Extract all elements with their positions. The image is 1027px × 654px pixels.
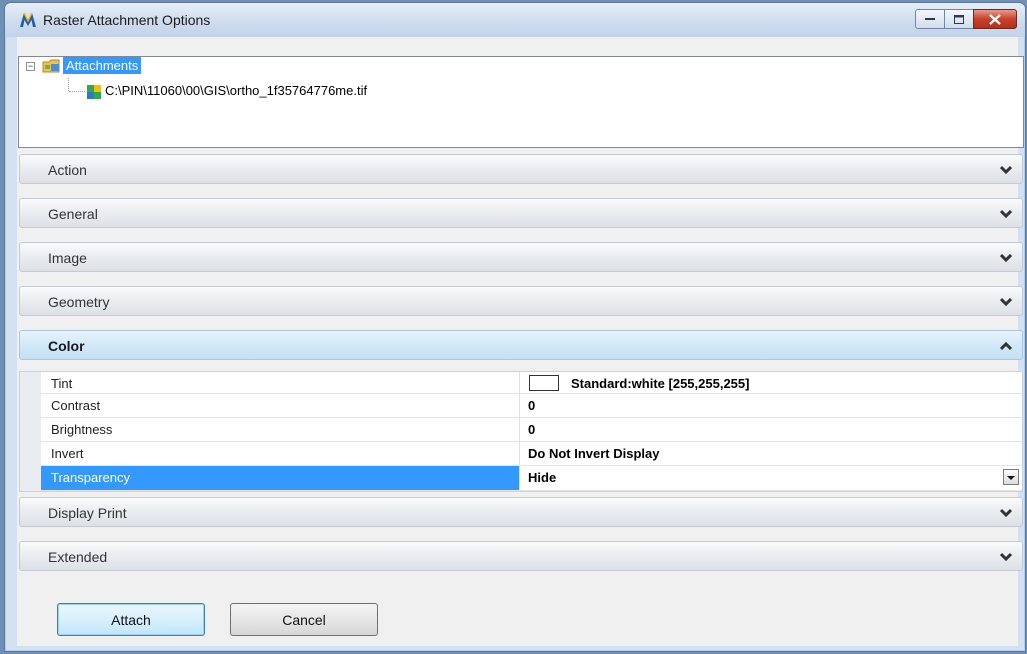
property-row-invert[interactable]: Invert Do Not Invert Display	[41, 442, 1022, 466]
chevron-down-icon	[1000, 253, 1012, 263]
property-name: Contrast	[51, 398, 101, 413]
tree-connector	[69, 91, 85, 92]
property-name: Transparency	[51, 470, 130, 485]
tree-connector	[68, 78, 69, 91]
property-row-contrast[interactable]: Contrast 0	[41, 394, 1022, 418]
panel-general[interactable]: General	[19, 198, 1023, 228]
property-value[interactable]: Do Not Invert Display	[528, 446, 659, 461]
chevron-down-icon	[1000, 508, 1012, 518]
property-value[interactable]: 0	[528, 398, 535, 413]
property-value[interactable]: Hide	[528, 470, 556, 485]
chevron-down-icon	[1000, 165, 1012, 175]
tree-item-raster-file[interactable]: C:\PIN\11060\00\GIS\ortho_1f35764776me.t…	[105, 83, 367, 98]
grid-gutter	[20, 372, 41, 491]
microstation-app-icon	[20, 12, 36, 27]
panel-display-print[interactable]: Display Print	[19, 497, 1023, 527]
panel-color[interactable]: Color	[19, 330, 1023, 360]
panel-general-label: General	[48, 206, 98, 222]
collapse-expander[interactable]: −	[26, 62, 35, 71]
panel-extended-label: Extended	[48, 549, 108, 565]
property-name: Brightness	[51, 422, 113, 437]
transparency-dropdown-button[interactable]	[1003, 469, 1019, 485]
chevron-up-icon	[1000, 341, 1012, 351]
panel-extended[interactable]: Extended	[19, 541, 1023, 571]
raster-attachment-options-window: Raster Attachment Options − Attachments	[4, 2, 1026, 652]
panel-color-label: Color	[48, 338, 85, 354]
property-row-brightness[interactable]: Brightness 0	[41, 418, 1022, 442]
panel-image[interactable]: Image	[19, 242, 1023, 272]
tree-root-attachments[interactable]: Attachments	[63, 57, 142, 74]
close-icon	[989, 13, 1001, 25]
raster-file-icon	[87, 85, 101, 99]
panel-image-label: Image	[48, 250, 87, 266]
attachments-tree[interactable]: − Attachments C:\PIN\11060\00\GIS\ortho_…	[18, 56, 1024, 148]
chevron-down-icon	[1000, 297, 1012, 307]
minimize-button[interactable]	[915, 9, 945, 29]
chevron-down-icon	[1000, 552, 1012, 562]
property-row-transparency[interactable]: Transparency Hide	[41, 466, 1022, 491]
window-title: Raster Attachment Options	[43, 12, 211, 28]
color-property-grid: Tint Standard:white [255,255,255] Contra…	[19, 371, 1023, 492]
maximize-icon	[954, 14, 964, 24]
property-value[interactable]: 0	[528, 422, 535, 437]
panel-action-label: Action	[48, 162, 87, 178]
attachments-folder-icon	[42, 59, 60, 73]
tint-color-swatch[interactable]	[529, 375, 559, 391]
property-name: Tint	[51, 376, 73, 391]
title-bar[interactable]: Raster Attachment Options	[5, 3, 1025, 37]
attach-button[interactable]: Attach	[57, 603, 205, 636]
minimize-icon	[925, 18, 935, 20]
property-value[interactable]: Standard:white [255,255,255]	[571, 376, 749, 391]
panel-geometry-label: Geometry	[48, 294, 110, 310]
property-name: Invert	[51, 446, 84, 461]
panel-geometry[interactable]: Geometry	[19, 286, 1023, 316]
maximize-button[interactable]	[944, 9, 974, 29]
panel-action[interactable]: Action	[19, 154, 1023, 184]
cancel-button[interactable]: Cancel	[230, 603, 378, 636]
close-button[interactable]	[973, 9, 1017, 29]
dialog-client-area: − Attachments C:\PIN\11060\00\GIS\ortho_…	[17, 37, 1024, 646]
property-row-tint[interactable]: Tint Standard:white [255,255,255]	[41, 372, 1022, 394]
panel-display-print-label: Display Print	[48, 505, 127, 521]
chevron-down-icon	[1000, 209, 1012, 219]
